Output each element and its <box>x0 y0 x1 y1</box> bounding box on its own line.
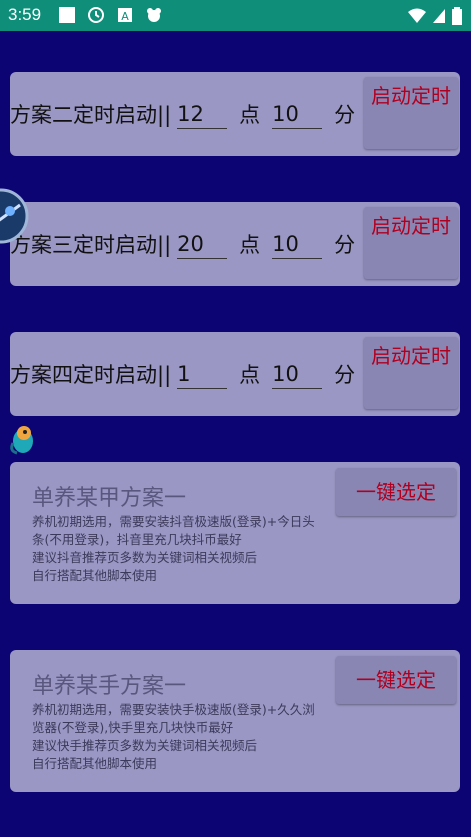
timer-card-plan2: 方案二定时启动|| 12 点 10 分 启动定时 <box>10 72 460 156</box>
plan-desc-line: 建议快手推荐页多数为关键词相关视频后 <box>32 738 258 753</box>
timer-row: 方案四定时启动|| 1 点 10 分 <box>10 332 361 416</box>
svg-text:A: A <box>121 10 129 23</box>
minute-unit: 分 <box>334 103 356 127</box>
plan-card-douyin: 单养某甲方案一 养机初期选用，需要安装抖音极速版(登录)+今日头条(不用登录)，… <box>10 462 460 604</box>
hour-input[interactable]: 20 <box>177 230 228 259</box>
notification-square-icon <box>58 6 76 24</box>
timer-label: 方案二定时启动|| <box>10 103 172 127</box>
plan-desc-line: 建议抖音推荐页多数为关键词相关视频后 <box>32 550 258 565</box>
timer-card-plan3: 方案三定时启动|| 20 点 10 分 启动定时 <box>10 202 460 286</box>
minute-unit: 分 <box>334 363 356 387</box>
plan-desc-line: 自行搭配其他脚本使用 <box>32 756 158 771</box>
start-timer-button[interactable]: 启动定时 <box>364 207 458 279</box>
start-timer-button[interactable]: 启动定时 <box>364 337 458 409</box>
app-a-icon: A <box>116 6 134 24</box>
hour-unit: 点 <box>239 103 261 127</box>
status-bar: 3:59 A <box>0 0 471 31</box>
minute-unit: 分 <box>334 233 356 257</box>
hour-unit: 点 <box>239 233 261 257</box>
plan-card-kuaishou: 单养某手方案一 养机初期选用，需要安装快手极速版(登录)+久久浏览器(不登录),… <box>10 650 460 792</box>
hour-input[interactable]: 12 <box>177 100 228 129</box>
minute-input[interactable]: 10 <box>272 230 323 259</box>
timer-row: 方案三定时启动|| 20 点 10 分 <box>10 202 361 286</box>
timer-row: 方案二定时启动|| 12 点 10 分 <box>10 72 361 156</box>
minute-input[interactable]: 10 <box>272 360 323 389</box>
plan-desc-line: 养机初期选用，需要安装快手极速版(登录)+久久浏览器(不登录),快手里充几块快币… <box>32 702 315 735</box>
signal-icon <box>431 7 447 29</box>
hour-input[interactable]: 1 <box>177 360 228 389</box>
floating-ball-icon[interactable] <box>0 187 30 245</box>
history-icon <box>87 6 105 24</box>
plan-desc-line: 养机初期选用，需要安装抖音极速版(登录)+今日头条(不用登录)，抖音里充几块抖币… <box>32 514 315 547</box>
battery-icon <box>451 6 463 30</box>
plan-description: 养机初期选用，需要安装抖音极速版(登录)+今日头条(不用登录)，抖音里充几块抖币… <box>32 513 322 585</box>
select-plan-button[interactable]: 一键选定 <box>336 468 456 516</box>
start-timer-button[interactable]: 启动定时 <box>364 77 458 149</box>
select-plan-button[interactable]: 一键选定 <box>336 656 456 704</box>
floating-parrot-icon[interactable] <box>7 423 37 455</box>
wifi-icon <box>407 7 427 29</box>
plan-title: 单养某甲方案一 <box>32 486 187 511</box>
minute-input[interactable]: 10 <box>272 100 323 129</box>
plan-description: 养机初期选用，需要安装快手极速版(登录)+久久浏览器(不登录),快手里充几块快币… <box>32 701 322 773</box>
timer-card-plan4: 方案四定时启动|| 1 点 10 分 启动定时 <box>10 332 460 416</box>
status-time: 3:59 <box>8 5 42 24</box>
plan-desc-line: 自行搭配其他脚本使用 <box>32 568 158 583</box>
plan-title: 单养某手方案一 <box>32 674 187 699</box>
status-right <box>407 6 463 30</box>
hour-unit: 点 <box>239 363 261 387</box>
timer-label: 方案四定时启动|| <box>10 363 172 387</box>
bug-icon <box>145 6 163 24</box>
timer-label: 方案三定时启动|| <box>10 233 172 257</box>
